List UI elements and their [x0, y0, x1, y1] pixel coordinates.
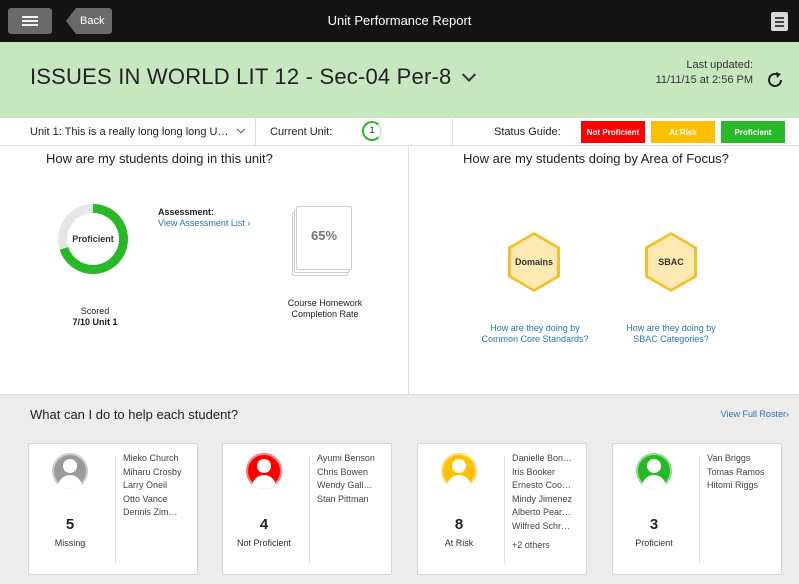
status-guide-proficient: Proficient [721, 121, 785, 143]
homework-rate: 65% [296, 206, 352, 270]
last-updated: Last updated: 11/11/15 at 2:56 PM [656, 58, 753, 88]
status-guide-at-risk: At Risk [651, 121, 715, 143]
sbac-hexagon[interactable]: SBAC [645, 232, 697, 292]
top-bar: Back Unit Performance Report [0, 0, 799, 42]
unit-dropdown[interactable]: Unit 1: This is a really long long long … [30, 118, 256, 146]
chevron-down-icon [461, 67, 476, 82]
student-name-list: Danielle Bon… Iris Booker Ernesto Coo… M… [512, 452, 572, 553]
student-name[interactable]: Hitomi Riggs [707, 479, 765, 493]
common-core-link[interactable]: How are they doing by Common Core Standa… [480, 323, 590, 345]
donut-label: Proficient [67, 213, 119, 265]
sbac-label: SBAC [648, 235, 694, 289]
student-group-card-missing[interactable]: 5 Missing Mieko Church Miharu Crosby Lar… [28, 443, 198, 575]
app-title: Unit Performance Report [327, 13, 472, 28]
avatar-icon [636, 453, 672, 489]
assessment-block: Assessment: View Assessment List › [158, 207, 250, 229]
student-group-card-proficient[interactable]: 3 Proficient Van Briggs Tomas Ramos Hito… [612, 443, 782, 575]
proficiency-donut[interactable]: Proficient [58, 204, 128, 274]
student-group-card-at-risk[interactable]: 8 At Risk Danielle Bon… Iris Booker Erne… [417, 443, 587, 575]
group-count: 5 [65, 516, 75, 533]
student-name[interactable]: Chris Bowen [317, 466, 375, 480]
student-name[interactable]: Stan Pittman [317, 493, 375, 507]
class-selector[interactable]: ISSUES IN WORLD LIT 12 - Sec-04 Per-8 [30, 64, 476, 90]
sbac-categories-link[interactable]: How are they doing by SBAC Categories? [616, 323, 726, 345]
unit-performance-panel: How are my students doing in this unit? … [0, 146, 409, 394]
student-name[interactable]: Alberto Pear… [512, 506, 572, 520]
last-updated-value: 11/11/15 at 2:56 PM [655, 74, 753, 86]
scored-summary: Scored 7/10 Unit 1 [40, 306, 150, 328]
student-name[interactable]: Wilfred Schr… [512, 520, 572, 534]
status-guide-label: Status Guide: [494, 126, 561, 138]
student-name[interactable]: Van Briggs [707, 452, 765, 466]
unit-dropdown-value: Unit 1: This is a really long long long … [30, 126, 229, 138]
student-name[interactable]: Ernesto Coo… [512, 479, 572, 493]
student-name[interactable]: Dennis Zim… [123, 506, 182, 520]
class-header: ISSUES IN WORLD LIT 12 - Sec-04 Per-8 La… [0, 42, 799, 118]
last-updated-label: Last updated: [686, 59, 753, 71]
domains-hexagon[interactable]: Domains [508, 232, 560, 292]
view-assessment-list-link[interactable]: View Assessment List › [158, 218, 250, 229]
student-name[interactable]: Wendy Gall… [317, 479, 375, 493]
student-name[interactable]: Miharu Crosby [123, 466, 182, 480]
help-students-section: What can I do to help each student? View… [0, 394, 799, 584]
current-unit-progress-icon: 1 [362, 121, 382, 141]
student-name[interactable]: Mieko Church [123, 452, 182, 466]
more-students-link[interactable]: +2 others [512, 539, 572, 553]
refresh-icon[interactable] [765, 70, 785, 90]
student-group-card-not-proficient[interactable]: 4 Not Proficient Ayumi Benson Chris Bowe… [222, 443, 392, 575]
divider [452, 118, 453, 146]
avatar-icon [52, 453, 88, 489]
unit-bar: Unit 1: This is a really long long long … [0, 118, 799, 146]
student-name-list: Mieko Church Miharu Crosby Larry Oneil O… [123, 452, 182, 520]
scored-value: 7/10 Unit 1 [72, 317, 118, 327]
student-name[interactable]: Mindy Jimenez [512, 493, 572, 507]
group-category: Missing [54, 538, 86, 548]
student-name[interactable]: Iris Booker [512, 466, 572, 480]
view-full-roster-link[interactable]: View Full Roster› [721, 409, 789, 419]
student-name[interactable]: Tomas Ramos [707, 466, 765, 480]
domains-label: Domains [511, 235, 557, 289]
group-category: At Risk [444, 538, 474, 548]
unit-panel-title: How are my students doing in this unit? [46, 151, 273, 166]
current-unit-label: Current Unit: [270, 126, 333, 138]
group-count: 4 [259, 516, 269, 533]
scored-label: Scored [80, 306, 110, 316]
area-of-focus-panel: How are my students doing by Area of Foc… [410, 146, 799, 394]
homework-stack-icon[interactable]: 65% [292, 206, 352, 276]
group-category: Not Proficient [236, 538, 292, 548]
avatar-icon [246, 453, 282, 489]
student-name-list: Ayumi Benson Chris Bowen Wendy Gall… Sta… [317, 452, 375, 506]
document-icon[interactable] [771, 12, 788, 31]
homework-label: Course Homework Completion Rate [287, 298, 363, 319]
avatar-icon [441, 453, 477, 489]
chevron-down-icon [236, 124, 245, 134]
group-count: 3 [649, 516, 659, 533]
student-name[interactable]: Larry Oneil [123, 479, 182, 493]
class-name: ISSUES IN WORLD LIT 12 - Sec-04 Per-8 [30, 64, 452, 89]
group-category: Proficient [635, 538, 673, 548]
group-count: 8 [454, 516, 464, 533]
help-section-title: What can I do to help each student? [30, 407, 239, 422]
student-name[interactable]: Otto Vance [123, 493, 182, 507]
student-name-list: Van Briggs Tomas Ramos Hitomi Riggs [707, 452, 765, 493]
focus-panel-title: How are my students doing by Area of Foc… [463, 151, 729, 166]
student-name[interactable]: Ayumi Benson [317, 452, 375, 466]
status-guide-not-proficient: Not Proficient [581, 121, 645, 143]
student-name[interactable]: Danielle Bon… [512, 452, 572, 466]
assessment-heading: Assessment: [158, 207, 215, 217]
